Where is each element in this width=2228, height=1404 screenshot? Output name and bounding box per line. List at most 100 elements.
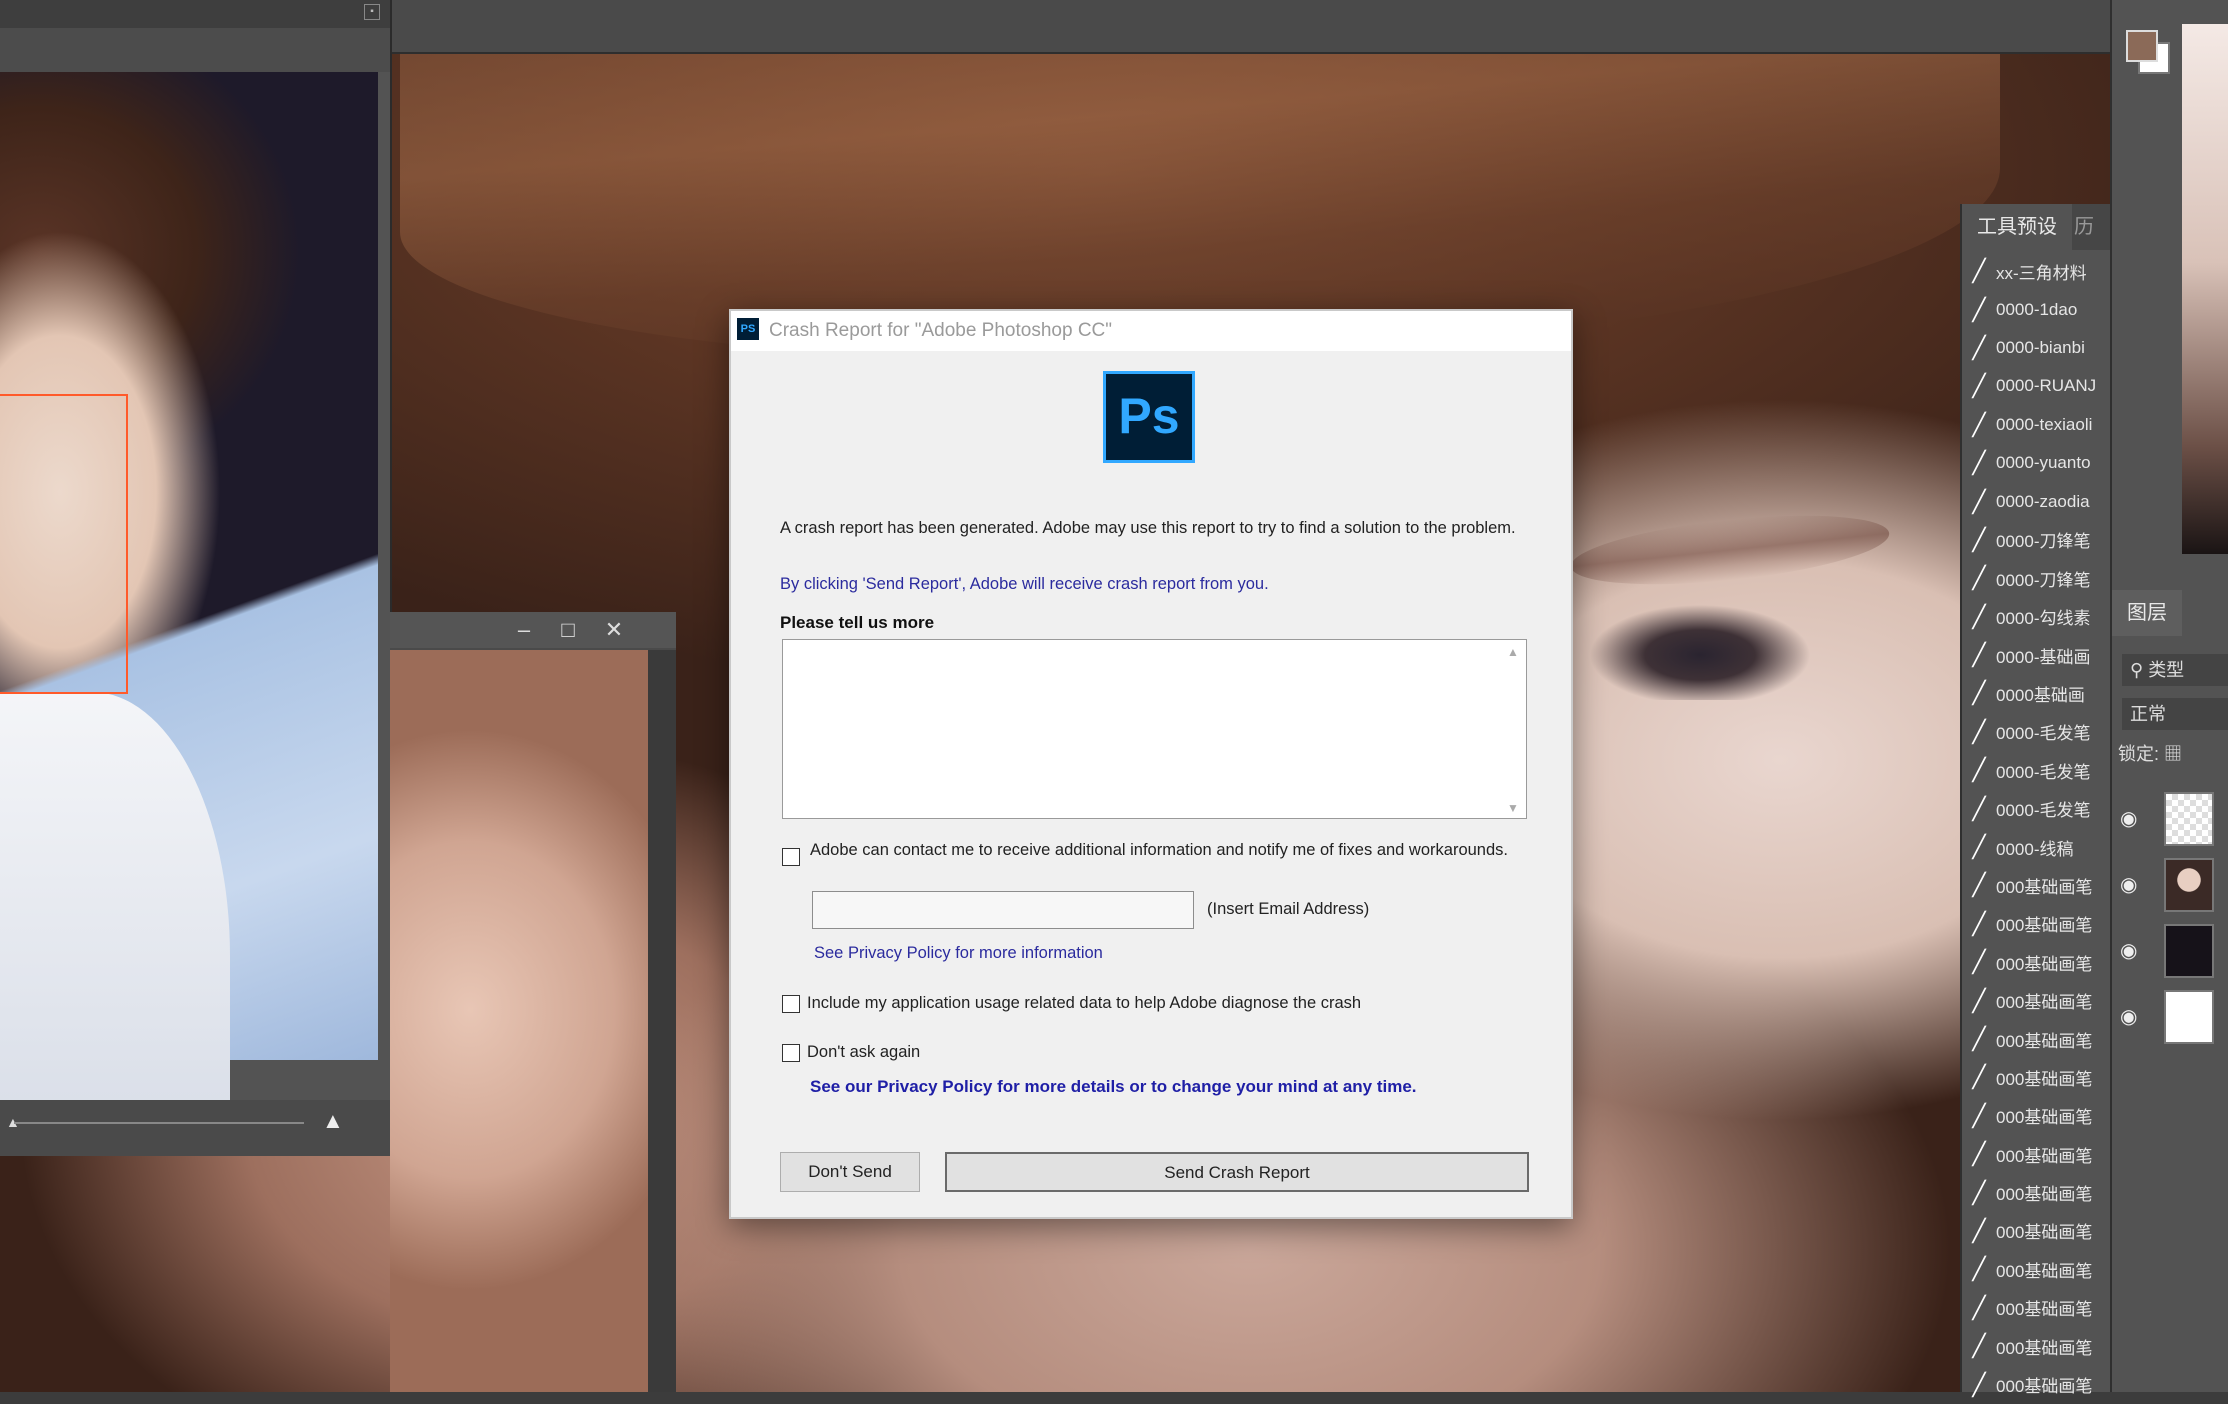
layer-row[interactable]: ◉ [2112,920,2228,984]
preset-item[interactable]: ╱ 000基础画笔 [1962,866,2112,904]
preset-item-label: 0000-bianbi [1996,337,2085,357]
brush-icon: ╱ [1972,488,1986,514]
brush-icon: ╱ [1972,1256,1986,1282]
send-crash-report-button[interactable]: Send Crash Report [945,1152,1529,1192]
preset-item[interactable]: ╱ 0000-刀锋笔 [1962,559,2112,597]
feedback-textarea[interactable] [782,639,1527,819]
navigator-preview[interactable] [0,72,378,1132]
color-picker-field[interactable] [2182,24,2228,554]
foreground-color-swatch[interactable] [2126,30,2158,62]
preset-item[interactable]: ╱ 000基础画笔 [1962,1327,2112,1365]
preset-item[interactable]: ╱ 0000-毛发笔 [1962,713,2112,751]
layer-row[interactable]: ◉ [2112,788,2228,852]
preset-item[interactable]: ╱ 000基础画笔 [1962,1020,2112,1058]
contact-checkbox[interactable] [782,848,800,866]
close-icon[interactable]: ✕ [594,612,634,648]
preset-item[interactable]: ╱ 000基础画笔 [1962,981,2112,1019]
layer-row[interactable]: ◉ [2112,854,2228,918]
email-field-label: (Insert Email Address) [1207,900,1370,918]
brush-icon: ╱ [1972,1064,1986,1090]
layer-filter-search[interactable]: ⚲ 类型 [2122,654,2228,686]
preset-item-label: 0000-yuanto [1996,453,2091,473]
preset-item[interactable]: ╱ 0000基础画 [1962,674,2112,712]
preset-item-label: 000基础画笔 [1996,1377,2093,1397]
preset-item[interactable]: ╱ 0000-yuanto [1962,444,2112,482]
preset-item-label: 0000-毛发笔 [1996,762,2091,782]
visibility-eye-icon[interactable]: ◉ [2120,806,2137,831]
preset-item[interactable]: ╱ 0000-毛发笔 [1962,751,2112,789]
preset-item-label: 000基础画笔 [1996,1031,2093,1051]
privacy-policy-link[interactable]: See Privacy Policy for more information [814,944,1103,963]
zoom-slider[interactable] [14,1122,304,1124]
dont-send-button[interactable]: Don't Send [780,1152,920,1192]
options-bar [390,0,2110,54]
preset-item[interactable]: ╱ 0000-bianbi [1962,329,2112,367]
visibility-eye-icon[interactable]: ◉ [2120,1004,2137,1029]
preset-item[interactable]: ╱ 0000-texiaoli [1962,406,2112,444]
preset-item[interactable]: ╱ 000基础画笔 [1962,1289,2112,1327]
preset-item[interactable]: ╱ 0000-勾线素 [1962,598,2112,636]
preset-item[interactable]: ╱ 000基础画笔 [1962,1212,2112,1250]
document-titlebar[interactable]: – □ ✕ [390,612,676,648]
scroll-down-icon[interactable]: ▼ [1507,801,1519,815]
preset-item[interactable]: ╱ xx-三角材料 [1962,252,2112,290]
preset-item[interactable]: ╱ 0000-zaodia [1962,482,2112,520]
preset-item[interactable]: ╱ 000基础画笔 [1962,1135,2112,1173]
preset-item-label: 0000-勾线素 [1996,609,2091,629]
brush-icon: ╱ [1972,949,1986,975]
brush-icon: ╱ [1972,1217,1986,1243]
tab-tool-presets[interactable]: 工具预设 [1962,204,2072,250]
presets-tabbar: 工具预设 历 [1962,204,2112,250]
preset-item[interactable]: ╱ 000基础画笔 [1962,905,2112,943]
zoom-in-icon[interactable]: ▲ [322,1108,344,1134]
privacy-policy-details-link[interactable]: See our Privacy Policy for more details … [810,1077,1417,1096]
preset-item[interactable]: ╱ 000基础画笔 [1962,1097,2112,1135]
layer-thumbnail [2164,858,2214,912]
preset-item[interactable]: ╱ 0000-刀锋笔 [1962,521,2112,559]
preset-item[interactable]: ╱ 0000-基础画 [1962,636,2112,674]
photoshop-app-icon: PS [737,318,759,340]
minimize-icon[interactable]: – [504,612,544,648]
tab-layers[interactable]: 图层 [2112,590,2182,636]
usage-data-checkbox[interactable] [782,995,800,1013]
dialog-titlebar[interactable]: PS Crash Report for "Adobe Photoshop CC" [731,311,1571,351]
brush-icon: ╱ [1972,334,1986,360]
document-scrollbar[interactable] [648,650,676,1392]
contact-checkbox-label: Adobe can contact me to receive addition… [810,841,1508,859]
preset-item[interactable]: ╱ 0000-毛发笔 [1962,789,2112,827]
dont-ask-checkbox[interactable] [782,1044,800,1062]
preset-item-label: 0000-基础画 [1996,647,2091,667]
maximize-icon[interactable]: □ [548,612,588,648]
brush-icon: ╱ [1972,680,1986,706]
preset-item-label: 0000-毛发笔 [1996,801,2091,821]
preset-item[interactable]: ╱ 000基础画笔 [1962,1250,2112,1288]
preset-item-label: 000基础画笔 [1996,1069,2093,1089]
preset-item-label: 0000-毛发笔 [1996,724,2091,744]
blend-mode-select[interactable]: 正常 [2122,698,2228,730]
photoshop-logo-icon: Ps [1103,371,1195,463]
navigator-view-box[interactable] [0,394,128,694]
preset-item[interactable]: ╱ 000基础画笔 [1962,1365,2112,1403]
layer-thumbnail [2164,990,2214,1044]
email-field[interactable] [812,891,1194,929]
preset-item-label: 000基础画笔 [1996,1185,2093,1205]
preset-item[interactable]: ╱ 000基础画笔 [1962,1173,2112,1211]
lock-transparency-icon[interactable]: ▦ [2164,744,2182,764]
preset-item[interactable]: ╱ 000基础画笔 [1962,943,2112,981]
brush-icon: ╱ [1972,718,1986,744]
brush-icon: ╱ [1972,834,1986,860]
preset-item[interactable]: ╱ 0000-1dao [1962,290,2112,328]
layer-row[interactable]: ◉ [2112,986,2228,1050]
preset-item[interactable]: ╱ 000基础画笔 [1962,1058,2112,1096]
document-canvas[interactable] [390,650,648,1392]
preset-item-label: 000基础画笔 [1996,1108,2093,1128]
preset-item-label: xx-三角材料 [1996,263,2087,283]
preset-item[interactable]: ╱ 0000-线稿 [1962,828,2112,866]
usage-data-label: Include my application usage related dat… [807,994,1362,1012]
visibility-eye-icon[interactable]: ◉ [2120,872,2137,897]
visibility-eye-icon[interactable]: ◉ [2120,938,2137,963]
scroll-up-icon[interactable]: ▲ [1507,645,1519,659]
preset-item[interactable]: ╱ 0000-RUANJ [1962,367,2112,405]
collapse-icon[interactable]: ▪ [364,4,380,20]
tab-history[interactable]: 历 [2074,204,2114,250]
